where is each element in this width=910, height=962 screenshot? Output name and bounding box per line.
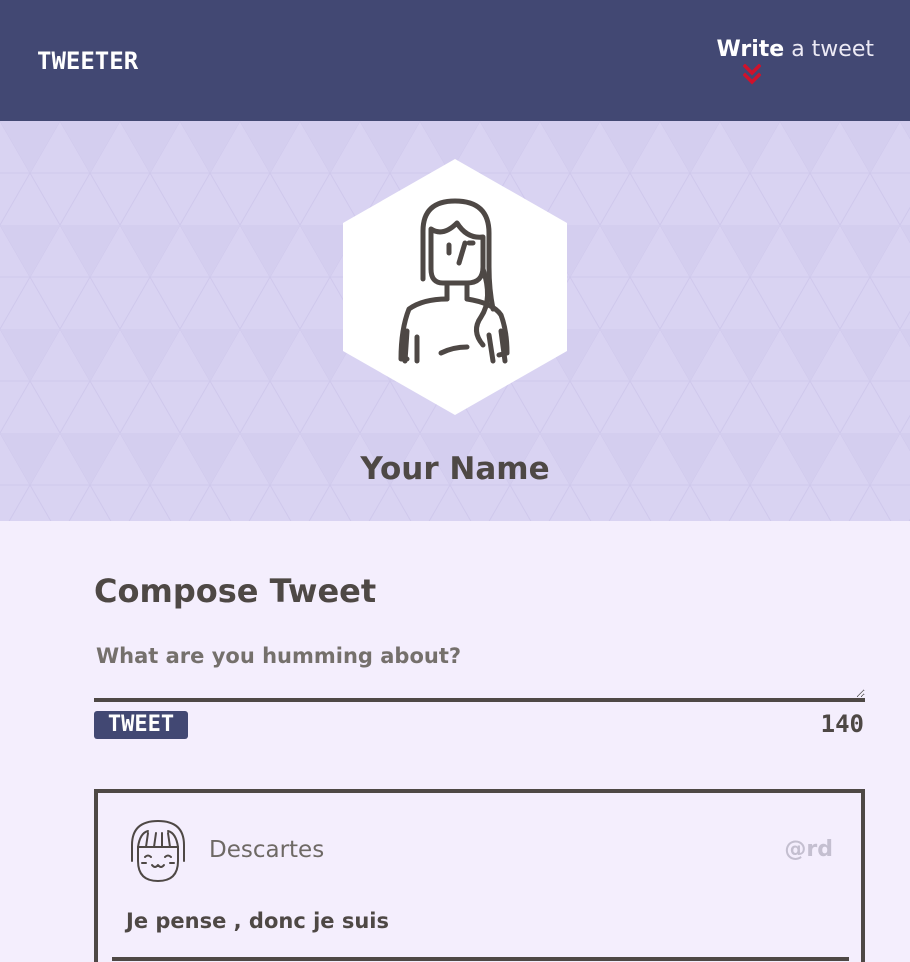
woman-avatar-icon[interactable]	[343, 159, 567, 415]
tweet-input[interactable]	[94, 640, 865, 702]
tweet-divider	[112, 957, 849, 961]
char-counter: 140	[820, 710, 864, 738]
profile-header: Your Name	[0, 121, 910, 521]
brand-logo[interactable]: TWEETER	[37, 47, 138, 75]
top-nav: TWEETER Write a tweet	[0, 0, 910, 121]
tweet-handle[interactable]: @rd	[784, 837, 833, 862]
tweet-content: Je pense , donc je suis	[126, 909, 390, 933]
smiling-girl-avatar-icon[interactable]	[128, 817, 188, 885]
write-tweet-link[interactable]: Write a tweet	[716, 37, 874, 62]
write-tweet-strong: Write	[716, 37, 785, 62]
user-name: Your Name	[360, 451, 550, 487]
tweet-button[interactable]: TWEET	[94, 711, 188, 739]
tweet-card: Descartes @rd Je pense , donc je suis	[94, 789, 865, 962]
tweet-author: Descartes	[209, 837, 325, 863]
double-chevron-down-icon[interactable]	[743, 64, 761, 86]
write-tweet-rest: a tweet	[784, 37, 874, 62]
compose-title: Compose Tweet	[94, 572, 377, 610]
